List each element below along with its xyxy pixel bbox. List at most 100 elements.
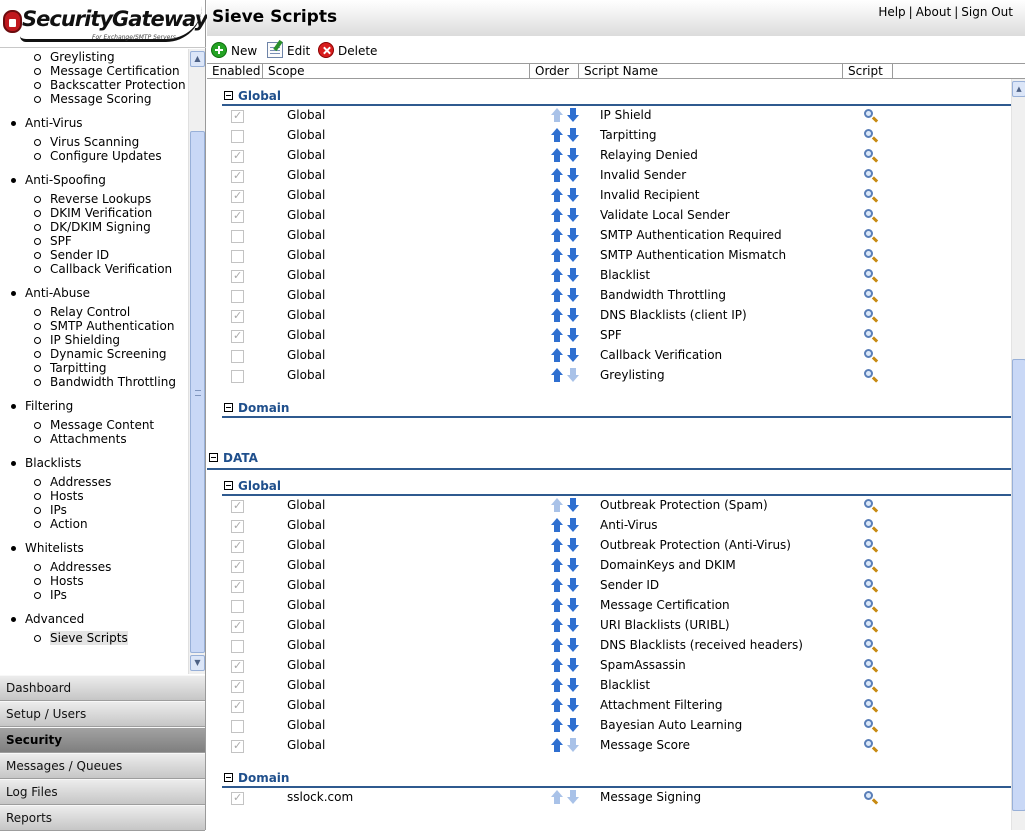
table-row[interactable]: Global Message Score: [207, 736, 1011, 756]
move-down-icon[interactable]: [566, 348, 580, 364]
move-up-icon[interactable]: [550, 678, 564, 694]
move-up-icon[interactable]: [550, 538, 564, 554]
subgroup-header[interactable]: Global: [224, 479, 281, 493]
table-row[interactable]: Global Invalid Recipient: [207, 186, 1011, 206]
view-script-icon[interactable]: [864, 599, 879, 613]
scroll-up-icon[interactable]: ▲: [190, 51, 205, 67]
sidebar-item[interactable]: Sender ID: [34, 248, 109, 262]
move-down-icon[interactable]: [566, 248, 580, 264]
view-script-icon[interactable]: [864, 309, 879, 323]
move-up-icon[interactable]: [550, 288, 564, 304]
sidebar-item[interactable]: DK/DKIM Signing: [34, 220, 151, 234]
sidebar-item[interactable]: Dynamic Screening: [34, 347, 167, 361]
move-down-icon[interactable]: [566, 718, 580, 734]
scroll-up-icon[interactable]: ▲: [1012, 81, 1025, 97]
table-row[interactable]: Global Message Certification: [207, 596, 1011, 616]
list-scrollbar[interactable]: ▲: [1011, 79, 1025, 830]
table-row[interactable]: Global Outbreak Protection (Spam): [207, 496, 1011, 516]
table-row[interactable]: Global Tarpitting: [207, 126, 1011, 146]
enabled-checkbox[interactable]: [231, 370, 244, 383]
move-down-icon[interactable]: [566, 498, 580, 514]
sidebar-section[interactable]: Whitelists: [11, 541, 84, 555]
move-down-icon[interactable]: [566, 738, 580, 754]
enabled-checkbox[interactable]: [231, 130, 244, 143]
enabled-checkbox[interactable]: [231, 600, 244, 613]
view-script-icon[interactable]: [864, 369, 879, 383]
sidebar-item[interactable]: Hosts: [34, 574, 84, 588]
view-script-icon[interactable]: [864, 679, 879, 693]
view-script-icon[interactable]: [864, 579, 879, 593]
sidebar-item[interactable]: IPs: [34, 588, 67, 602]
move-down-icon[interactable]: [566, 168, 580, 184]
table-row[interactable]: Global Sender ID: [207, 576, 1011, 596]
sidebar-item[interactable]: Addresses: [34, 475, 111, 489]
view-script-icon[interactable]: [864, 289, 879, 303]
table-row[interactable]: Global Validate Local Sender: [207, 206, 1011, 226]
enabled-checkbox[interactable]: [231, 739, 244, 753]
view-script-icon[interactable]: [864, 791, 879, 805]
enabled-checkbox[interactable]: [231, 791, 244, 805]
view-script-icon[interactable]: [864, 229, 879, 243]
move-up-icon[interactable]: [550, 698, 564, 714]
move-down-icon[interactable]: [566, 538, 580, 554]
move-up-icon[interactable]: [550, 368, 564, 384]
view-script-icon[interactable]: [864, 329, 879, 343]
enabled-checkbox[interactable]: [231, 559, 244, 573]
sidebar-section[interactable]: Anti-Virus: [11, 116, 83, 130]
move-down-icon[interactable]: [566, 368, 580, 384]
move-down-icon[interactable]: [566, 128, 580, 144]
nav-button[interactable]: Dashboard: [0, 675, 205, 701]
move-up-icon[interactable]: [550, 718, 564, 734]
move-up-icon[interactable]: [550, 188, 564, 204]
sidebar-item[interactable]: Tarpitting: [34, 361, 107, 375]
enabled-checkbox[interactable]: [231, 230, 244, 243]
sidebar-item[interactable]: DKIM Verification: [34, 206, 152, 220]
enabled-checkbox[interactable]: [231, 720, 244, 733]
sidebar-item[interactable]: SPF: [34, 234, 72, 248]
enabled-checkbox[interactable]: [231, 329, 244, 343]
sidebar-item[interactable]: Callback Verification: [34, 262, 172, 276]
move-down-icon[interactable]: [566, 578, 580, 594]
move-up-icon[interactable]: [550, 738, 564, 754]
collapse-icon[interactable]: [224, 773, 233, 782]
table-row[interactable]: Global Relaying Denied: [207, 146, 1011, 166]
move-down-icon[interactable]: [566, 618, 580, 634]
table-row[interactable]: Global DomainKeys and DKIM: [207, 556, 1011, 576]
view-script-icon[interactable]: [864, 699, 879, 713]
table-row[interactable]: Global Bandwidth Throttling: [207, 286, 1011, 306]
sidebar-scrollbar[interactable]: ▲ ▼: [188, 49, 205, 674]
sidebar-item[interactable]: SMTP Authentication: [34, 319, 174, 333]
move-up-icon[interactable]: [550, 128, 564, 144]
collapse-icon[interactable]: [224, 91, 233, 100]
enabled-checkbox[interactable]: [231, 309, 244, 323]
enabled-checkbox[interactable]: [231, 579, 244, 593]
collapse-icon[interactable]: [209, 453, 218, 462]
nav-button[interactable]: Security: [0, 727, 205, 753]
scroll-down-icon[interactable]: ▼: [190, 655, 205, 671]
table-row[interactable]: Global Bayesian Auto Learning: [207, 716, 1011, 736]
sidebar-section[interactable]: Advanced: [11, 612, 84, 626]
move-up-icon[interactable]: [550, 498, 564, 514]
enabled-checkbox[interactable]: [231, 169, 244, 183]
sidebar-section[interactable]: Blacklists: [11, 456, 81, 470]
move-up-icon[interactable]: [550, 268, 564, 284]
table-row[interactable]: Global DNS Blacklists (received headers): [207, 636, 1011, 656]
table-row[interactable]: Global DNS Blacklists (client IP): [207, 306, 1011, 326]
sidebar-item[interactable]: Message Certification: [34, 64, 180, 78]
subgroup-header[interactable]: Global: [224, 89, 281, 103]
subgroup-header[interactable]: Domain: [224, 771, 289, 785]
move-down-icon[interactable]: [566, 678, 580, 694]
column-scope[interactable]: Scope: [263, 64, 530, 79]
enabled-checkbox[interactable]: [231, 209, 244, 223]
sidebar-item[interactable]: IPs: [34, 503, 67, 517]
table-row[interactable]: Global Outbreak Protection (Anti-Virus): [207, 536, 1011, 556]
sidebar-item[interactable]: Backscatter Protection: [34, 78, 186, 92]
enabled-checkbox[interactable]: [231, 350, 244, 363]
view-script-icon[interactable]: [864, 149, 879, 163]
table-row[interactable]: Global Attachment Filtering: [207, 696, 1011, 716]
move-down-icon[interactable]: [566, 638, 580, 654]
sign-out-link[interactable]: Sign Out: [961, 5, 1013, 19]
view-script-icon[interactable]: [864, 539, 879, 553]
move-up-icon[interactable]: [550, 148, 564, 164]
sidebar-item[interactable]: Virus Scanning: [34, 135, 139, 149]
